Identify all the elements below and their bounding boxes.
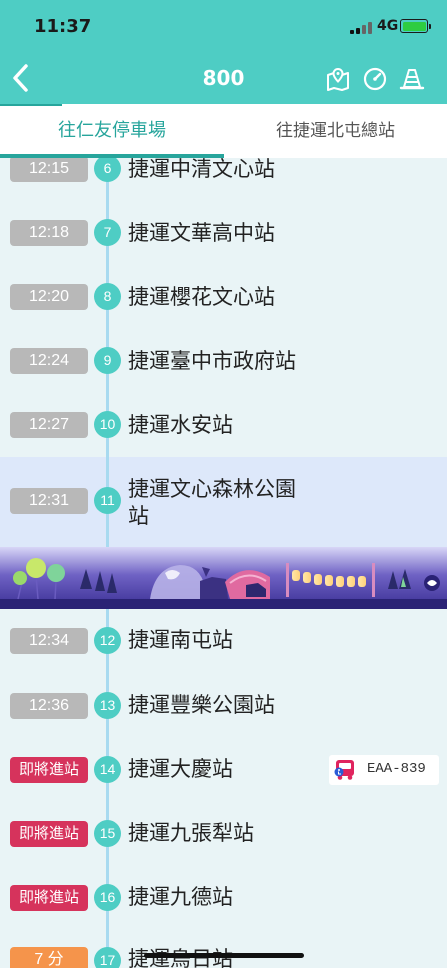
stop-name: 捷運水安站 (128, 413, 233, 437)
stop-number: 11 (94, 487, 121, 514)
eta-badge-arriving: 即將進站 (10, 757, 88, 783)
stop-row[interactable]: 12:34 12 捷運南屯站 (0, 609, 447, 673)
eta-badge-minutes: 7 分 (10, 947, 88, 968)
status-bar: 11:37 4G (0, 0, 447, 52)
stop-row[interactable]: 12:24 9 捷運臺中市政府站 (0, 329, 447, 393)
eta-badge-arriving: 即將進站 (10, 821, 88, 847)
tab-to-renyou-parking[interactable]: 往仁友停車場 (0, 104, 224, 158)
stop-row[interactable]: 12:15 6 捷運中清文心站 (0, 158, 447, 201)
eta-badge: 12:31 (10, 488, 88, 514)
stop-number: 8 (94, 283, 121, 310)
stop-row[interactable]: 12:20 8 捷運櫻花文心站 (0, 265, 447, 329)
stop-name: 捷運九德站 (128, 885, 233, 909)
stop-row[interactable]: 即將進站 16 捷運九德站 (0, 865, 447, 929)
alert-button[interactable] (399, 66, 425, 92)
stop-number: 6 (94, 158, 121, 182)
stop-name: 捷運櫻花文心站 (128, 285, 275, 309)
stop-number: 16 (94, 884, 121, 911)
bus-plate[interactable]: EAA-839 (329, 755, 439, 785)
stop-number: 10 (94, 411, 121, 438)
stop-number: 12 (94, 627, 121, 654)
battery-icon (400, 19, 431, 33)
signal-icon (350, 22, 372, 34)
stop-name: 捷運豐樂公園站 (128, 693, 275, 717)
accessible-bus-icon (334, 760, 354, 780)
gauge-icon (363, 67, 387, 91)
stop-row[interactable]: 7 分 17 捷運烏日站 (0, 929, 447, 968)
bus-plate-number: EAA-839 (367, 761, 426, 777)
stop-number: 15 (94, 820, 121, 847)
park-banner-illustration (0, 547, 447, 609)
stop-number: 9 (94, 347, 121, 374)
stop-name: 捷運九張犁站 (128, 821, 254, 845)
stop-name-line1: 捷運文心森林公園 (128, 477, 296, 501)
eta-badge: 12:34 (10, 628, 88, 654)
network-type: 4G (377, 18, 399, 34)
stop-number: 13 (94, 692, 121, 719)
eta-badge: 12:24 (10, 348, 88, 374)
map-pin-icon (327, 67, 349, 91)
map-button[interactable] (325, 66, 351, 92)
stop-number: 17 (94, 947, 121, 968)
stop-row[interactable]: 即將進站 15 捷運九張犁站 (0, 801, 447, 865)
stop-row[interactable]: 12:27 10 捷運水安站 (0, 393, 447, 457)
nav-bar: 800 (0, 52, 447, 104)
stop-name: 捷運大慶站 (128, 757, 233, 781)
stop-row[interactable]: 12:18 7 捷運文華高中站 (0, 201, 447, 265)
stop-name: 捷運文華高中站 (128, 221, 275, 245)
stop-row[interactable]: 12:36 13 捷運豐樂公園站 (0, 673, 447, 737)
traffic-cone-icon (399, 69, 425, 90)
eta-badge: 12:36 (10, 693, 88, 719)
stop-list[interactable]: 12:15 6 捷運中清文心站 12:18 7 捷運文華高中站 12:20 8 … (0, 158, 447, 968)
stop-name: 捷運中清文心站 (128, 158, 275, 181)
status-time: 11:37 (34, 16, 92, 37)
stop-number: 14 (94, 756, 121, 783)
speed-button[interactable] (362, 66, 388, 92)
stop-row[interactable]: 即將進站 14 捷運大慶站 EAA-839 (0, 737, 447, 801)
stop-name: 捷運臺中市政府站 (128, 349, 296, 373)
eta-badge-arriving: 即將進站 (10, 885, 88, 911)
stop-number: 7 (94, 219, 121, 246)
home-indicator[interactable] (144, 953, 304, 958)
tab-to-beitun-terminal[interactable]: 往捷運北屯總站 (224, 104, 447, 158)
direction-tabs: 往仁友停車場 往捷運北屯總站 (0, 104, 447, 158)
eta-badge: 12:18 (10, 220, 88, 246)
stop-row-highlighted[interactable]: 12:31 11 捷運文心森林公園 站 (0, 457, 447, 547)
stop-name-line2: 站 (128, 504, 149, 528)
stop-name: 捷運南屯站 (128, 628, 233, 652)
eta-badge: 12:20 (10, 284, 88, 310)
eta-badge: 12:27 (10, 412, 88, 438)
eta-badge: 12:15 (10, 158, 88, 182)
